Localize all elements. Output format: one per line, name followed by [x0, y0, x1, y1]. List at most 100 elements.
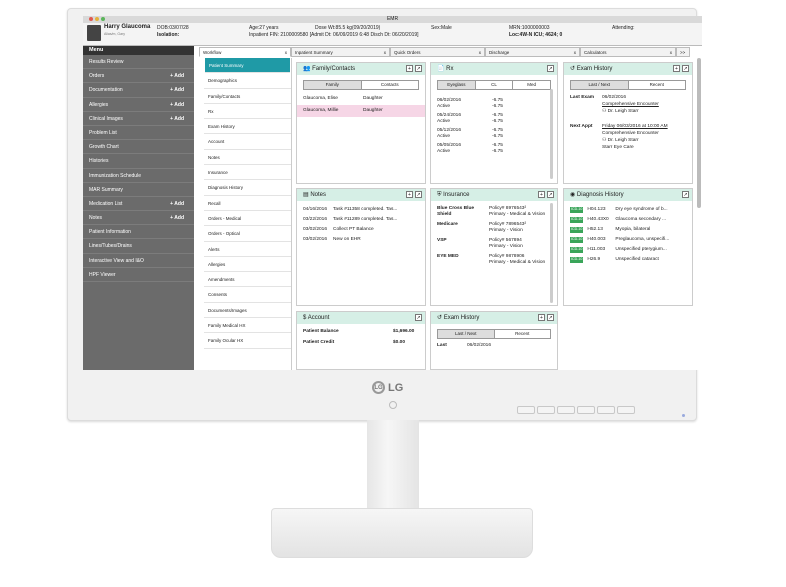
- add-link[interactable]: + Add: [170, 69, 184, 83]
- list-item[interactable]: Blue Cross Blue Shield Policy# 8976543² Pr…: [431, 204, 557, 220]
- sidebar-item[interactable]: Patient Information: [83, 225, 194, 240]
- add-link[interactable]: + Add: [170, 83, 184, 97]
- list-item[interactable]: ICD-10 H04.123 Dry eye syndrome of b...: [564, 205, 692, 215]
- workflow-item[interactable]: Alerts: [204, 242, 291, 257]
- list-item[interactable]: Active -6.75: [431, 104, 557, 110]
- add-link[interactable]: + Add: [170, 98, 184, 112]
- workflow-item[interactable]: Demographics: [204, 73, 291, 89]
- workflow-item[interactable]: Orders - Medical: [204, 211, 291, 227]
- list-item[interactable]: ICD-10 H26.9 Unspecified cataract: [564, 255, 692, 265]
- insurance-scrollbar[interactable]: [550, 203, 553, 303]
- tab-last-next[interactable]: Last / Next: [571, 81, 629, 89]
- sidebar-item[interactable]: Histories: [83, 154, 194, 169]
- expand-icon[interactable]: ↗: [415, 191, 422, 198]
- next-appt-date-link[interactable]: Friday 06/03/2016 at 10:00 AM: [602, 124, 668, 131]
- add-link[interactable]: + Add: [170, 197, 184, 211]
- sidebar-item[interactable]: Problem List: [83, 126, 194, 141]
- workflow-item[interactable]: Notes: [204, 150, 291, 166]
- last-exam-type-link[interactable]: Comprehensive Encounter: [602, 102, 659, 109]
- minimize-icon[interactable]: [95, 17, 99, 21]
- family-segmented-control[interactable]: Family Contacts: [303, 80, 419, 90]
- tab--[interactable]: >>: [676, 47, 690, 57]
- workflow-item[interactable]: Documents/Images: [204, 303, 291, 319]
- tab-eyeglass[interactable]: Eyeglass: [438, 81, 476, 89]
- list-item[interactable]: Active -6.75: [431, 134, 557, 140]
- list-item[interactable]: Active -6.75: [431, 149, 557, 155]
- expand-icon[interactable]: ↗: [547, 191, 554, 198]
- tab-quick-orders[interactable]: Quick Orders x: [390, 47, 485, 57]
- sidebar-item[interactable]: Results Review: [83, 55, 194, 70]
- workflow-item[interactable]: Insurance: [204, 165, 291, 181]
- expand-icon[interactable]: ↗: [415, 314, 422, 321]
- workflow-item[interactable]: Exam History: [204, 119, 291, 135]
- workflow-item[interactable]: Recall: [204, 196, 291, 211]
- sidebar-item[interactable]: Clinical Images + Add: [83, 112, 194, 126]
- sidebar-item[interactable]: Allergies + Add: [83, 98, 194, 112]
- workflow-item[interactable]: Orders - Optical: [204, 226, 291, 242]
- maximize-icon[interactable]: [101, 17, 105, 21]
- list-item[interactable]: ICD-10 H52.13 Myopia, bilateral: [564, 225, 692, 235]
- sidebar-item[interactable]: Orders + Add: [83, 69, 194, 84]
- tab-contacts[interactable]: Contacts: [362, 81, 419, 89]
- workflow-item[interactable]: Rx: [204, 104, 291, 120]
- workflow-item[interactable]: Allergies: [204, 257, 291, 273]
- monitor-buttons[interactable]: [517, 406, 635, 414]
- workflow-item[interactable]: Account: [204, 134, 291, 150]
- sidebar-item[interactable]: Notes + Add: [83, 211, 194, 226]
- rx-scrollbar[interactable]: [550, 89, 553, 179]
- main-scrollbar[interactable]: [697, 58, 701, 208]
- tab-calculators[interactable]: Calculators x: [580, 47, 676, 57]
- workflow-item[interactable]: Consents: [204, 287, 291, 303]
- expand-icon[interactable]: ↗: [415, 65, 422, 72]
- rx-segmented-control[interactable]: Eyeglass CL Med: [437, 80, 551, 90]
- sidebar-item[interactable]: Documentation + Add: [83, 83, 194, 98]
- list-item[interactable]: ICD-10 H40.43X0 Glaucoma secondary ...: [564, 215, 692, 225]
- expand-icon[interactable]: ↗: [547, 314, 554, 321]
- close-icon[interactable]: x: [479, 48, 481, 57]
- list-item[interactable]: Active -6.75: [431, 119, 557, 125]
- add-icon[interactable]: +: [538, 191, 545, 198]
- list-item[interactable]: ICD-10 H40.003 Preglaucoma, unspecifi...: [564, 235, 692, 245]
- list-item[interactable]: 03/02/2016 New on EHR: [297, 235, 425, 245]
- workflow-item[interactable]: Patient Summary: [205, 58, 290, 74]
- power-icon[interactable]: [389, 401, 397, 409]
- workflow-item[interactable]: Amendments: [204, 272, 291, 288]
- tab-recent[interactable]: Recent: [495, 330, 551, 338]
- add-icon[interactable]: +: [538, 314, 545, 321]
- sidebar-item[interactable]: Interactive View and I&O: [83, 254, 194, 268]
- sidebar-item[interactable]: Medication List + Add: [83, 197, 194, 212]
- workflow-item[interactable]: Diagnosis History: [204, 180, 291, 196]
- tab-inpatient-summary[interactable]: Inpatient Summary x: [291, 47, 390, 57]
- add-link[interactable]: + Add: [170, 211, 184, 225]
- window-controls[interactable]: [89, 17, 105, 21]
- workflow-item[interactable]: Family Medical HX: [204, 318, 291, 334]
- sidebar-item[interactable]: MAR Summary: [83, 183, 194, 197]
- expand-icon[interactable]: ↗: [682, 191, 689, 198]
- sidebar-item[interactable]: Growth Chart: [83, 140, 194, 155]
- list-item[interactable]: 04/16/2016 Task #11358 completed. Tas...: [297, 205, 425, 215]
- sidebar-item[interactable]: HPF Viewer: [83, 268, 194, 282]
- add-icon[interactable]: +: [406, 65, 413, 72]
- exam2-segmented-control[interactable]: Last / Next Recent: [437, 329, 551, 339]
- expand-icon[interactable]: ↗: [682, 65, 689, 72]
- tab-workflow[interactable]: Workflow x: [199, 47, 291, 57]
- sidebar-item[interactable]: Lines/Tubes/Drains: [83, 239, 194, 254]
- add-icon[interactable]: +: [406, 191, 413, 198]
- tab-med[interactable]: Med: [513, 81, 550, 89]
- close-icon[interactable]: x: [574, 48, 576, 57]
- close-icon[interactable]: [89, 17, 93, 21]
- sidebar-item[interactable]: Immunization Schedule: [83, 169, 194, 183]
- exam-segmented-control[interactable]: Last / Next Recent: [570, 80, 686, 90]
- add-link[interactable]: + Add: [170, 112, 184, 126]
- tab-recent[interactable]: Recent: [629, 81, 686, 89]
- list-item[interactable]: EYE MED Policy# 9878906 Primary - Medical …: [431, 252, 557, 268]
- tab-last-next[interactable]: Last / Next: [438, 330, 495, 338]
- patient-name[interactable]: Harry Glaucoma: [104, 24, 150, 30]
- tab-family[interactable]: Family: [304, 81, 362, 89]
- tab-discharge[interactable]: Discharge x: [485, 47, 580, 57]
- close-icon[interactable]: x: [670, 48, 672, 57]
- workflow-item[interactable]: Family/Contacts: [204, 89, 291, 104]
- close-icon[interactable]: x: [285, 48, 287, 57]
- close-icon[interactable]: x: [384, 48, 386, 57]
- add-icon[interactable]: +: [673, 65, 680, 72]
